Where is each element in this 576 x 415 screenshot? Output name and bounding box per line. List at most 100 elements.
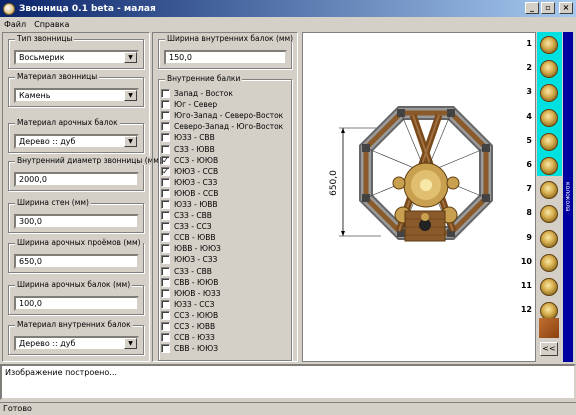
beam-checkbox[interactable] bbox=[161, 133, 170, 143]
beam-checkbox-item[interactable]: ✓ ЮЮЗ - ССВ bbox=[161, 166, 291, 177]
beam-checkbox-item[interactable]: ЮВВ - ЮЮЗ bbox=[161, 243, 291, 254]
menu-file[interactable]: Файл bbox=[4, 20, 26, 29]
arch-beam-width-input[interactable]: 100,0 bbox=[14, 296, 139, 311]
beam-checkbox[interactable] bbox=[161, 255, 170, 265]
log-textarea[interactable]: Изображение построено... bbox=[0, 364, 576, 400]
beam-checkbox-item[interactable]: СЗЗ - СВВ bbox=[161, 266, 291, 277]
beam-checkbox[interactable] bbox=[161, 122, 170, 132]
inner-beam-width-input[interactable]: 150,0 bbox=[164, 50, 287, 65]
menu-bar: Файл Справка bbox=[0, 17, 576, 31]
bell-icon[interactable] bbox=[540, 157, 558, 175]
beam-checkbox[interactable] bbox=[161, 344, 170, 354]
chevron-down-icon[interactable]: ▼ bbox=[124, 136, 137, 147]
beam-checkbox[interactable] bbox=[161, 222, 170, 232]
beam-checkbox-item[interactable]: ЮЗЗ - ССЗ bbox=[161, 299, 291, 310]
inner-diameter-input[interactable]: 2000,0 bbox=[14, 172, 139, 187]
beam-checkbox[interactable] bbox=[161, 310, 170, 320]
arch-opening-width-label: Ширина арочных проёмов (мм) bbox=[15, 238, 143, 247]
settings-panel: Тип звонницы Восьмерик ▼ Материал звонни… bbox=[2, 32, 164, 362]
beam-checkbox[interactable] bbox=[161, 333, 170, 343]
beam-checkbox[interactable] bbox=[161, 199, 170, 209]
beam-checkbox-item[interactable]: ССЗ - ЮВВ bbox=[161, 321, 291, 332]
beam-checkbox-item[interactable]: ЮЮЗ - СЗЗ bbox=[161, 177, 291, 188]
chevron-down-icon[interactable]: ▼ bbox=[124, 338, 137, 349]
bell-icon[interactable] bbox=[540, 132, 558, 151]
beam-checkbox-item[interactable]: ЮЗЗ - ЮВВ bbox=[161, 199, 291, 210]
beam-checkbox[interactable]: ✓ bbox=[161, 155, 170, 165]
dimension-label: 650,0 bbox=[329, 170, 339, 196]
beam-checkbox-item[interactable]: СЗЗ - ССЗ bbox=[161, 221, 291, 232]
belfry-type-select[interactable]: Восьмерик ▼ bbox=[14, 50, 139, 65]
beam-checkbox[interactable] bbox=[161, 322, 170, 332]
beam-checkbox[interactable] bbox=[161, 100, 170, 110]
beam-checkbox-item[interactable]: Юг - Север bbox=[161, 99, 291, 110]
collapse-button[interactable]: << bbox=[540, 342, 558, 356]
beam-checkbox-label: СЗЗ - СВВ bbox=[174, 266, 212, 276]
beam-checkbox-item[interactable]: ССВ - ЮЗЗ bbox=[161, 332, 291, 343]
beam-checkbox[interactable] bbox=[161, 299, 170, 309]
beam-checkbox-item[interactable]: СЗЗ - ЮВВ bbox=[161, 143, 291, 154]
beam-checkbox[interactable] bbox=[161, 111, 170, 121]
beam-checkbox[interactable] bbox=[161, 89, 170, 99]
belfry-material-label: Материал звонницы bbox=[15, 72, 100, 81]
inner-beam-width-group: Ширина внутренних балок (мм) 150,0 bbox=[158, 34, 296, 69]
beam-checkbox-item[interactable]: ЮЮВ - ССВ bbox=[161, 188, 291, 199]
bell-number: 5 bbox=[526, 135, 532, 145]
beams-panel: Ширина внутренних балок (мм) 150,0 Внутр… bbox=[152, 32, 298, 362]
bell-icon[interactable] bbox=[540, 278, 558, 296]
beam-checkbox-item[interactable]: ССВ - ЮВВ bbox=[161, 232, 291, 243]
bells-side-tab[interactable]: колокола bbox=[563, 32, 573, 362]
beam-checkbox[interactable] bbox=[161, 244, 170, 254]
inner-beam-width-label: Ширина внутренних балок (мм) bbox=[165, 34, 296, 43]
chevron-down-icon[interactable]: ▼ bbox=[124, 52, 137, 63]
beam-checkbox-item[interactable]: ЮЗЗ - СВВ bbox=[161, 132, 291, 143]
wall-width-group: Ширина стен (мм) 300,0 bbox=[8, 198, 144, 233]
maximize-button[interactable]: ▫ bbox=[541, 2, 555, 14]
arch-beam-material-label: Материал арочных балок bbox=[15, 118, 120, 127]
beam-checkbox[interactable] bbox=[161, 177, 170, 187]
beam-checkbox[interactable] bbox=[161, 211, 170, 221]
beam-checkbox-item[interactable]: Северо-Запад - Юго-Восток bbox=[161, 121, 291, 132]
beam-checkbox-label: СВВ - ЮЮЗ bbox=[174, 344, 219, 354]
belfry-material-group: Материал звонницы Камень ▼ bbox=[8, 72, 144, 107]
menu-help[interactable]: Справка bbox=[34, 20, 69, 29]
wall-width-input[interactable]: 300,0 bbox=[14, 214, 139, 229]
beam-checkbox-item[interactable]: ЮЮВ - ЮЗЗ bbox=[161, 288, 291, 299]
beam-checkbox-item[interactable]: Запад - Восток bbox=[161, 88, 291, 99]
beam-checkbox[interactable] bbox=[161, 288, 170, 298]
bell-icon[interactable] bbox=[540, 108, 558, 127]
beam-checkbox-item[interactable]: ✓ ССЗ - ЮЮВ bbox=[161, 155, 291, 166]
bell-number: 2 bbox=[526, 63, 532, 73]
bells-side-tab-label: колокола bbox=[564, 182, 571, 212]
minimize-button[interactable]: _ bbox=[525, 2, 539, 14]
wood-texture-swatch[interactable] bbox=[539, 318, 559, 338]
bell-icon[interactable] bbox=[540, 36, 558, 54]
beam-checkbox-item[interactable]: СВВ - ЮЮЗ bbox=[161, 343, 291, 354]
close-button[interactable]: × bbox=[559, 2, 573, 14]
beam-checkbox[interactable] bbox=[161, 233, 170, 243]
beam-checkbox-item[interactable]: Юго-Запад - Северо-Восток bbox=[161, 110, 291, 121]
beam-checkbox-item[interactable]: СЗЗ - СВВ bbox=[161, 210, 291, 221]
beam-checkbox-label: ЮЗЗ - ЮВВ bbox=[174, 199, 218, 209]
beam-checkbox[interactable] bbox=[161, 277, 170, 287]
beam-checkbox[interactable]: ✓ bbox=[161, 166, 170, 176]
bell-icon[interactable] bbox=[540, 253, 558, 272]
beam-checkbox[interactable] bbox=[161, 266, 170, 276]
belfry-material-select[interactable]: Камень ▼ bbox=[14, 88, 139, 103]
arch-opening-width-input[interactable]: 650,0 bbox=[14, 254, 139, 269]
status-bar: Готово bbox=[0, 402, 576, 415]
beam-checkbox-item[interactable]: ЮЮЗ - СЗЗ bbox=[161, 254, 291, 265]
beam-checkbox-label: Юго-Запад - Северо-Восток bbox=[174, 111, 284, 121]
beam-checkbox[interactable] bbox=[161, 188, 170, 198]
inner-beam-material-select[interactable]: Дерево :: дуб ▼ bbox=[14, 336, 139, 351]
bell-icon[interactable] bbox=[540, 229, 558, 248]
beam-checkbox-item[interactable]: ССЗ - ЮЮВ bbox=[161, 310, 291, 321]
belfry-plan-drawing: 650,0 bbox=[329, 106, 493, 242]
beam-checkbox[interactable] bbox=[161, 144, 170, 154]
chevron-down-icon[interactable]: ▼ bbox=[124, 90, 137, 101]
arch-beam-material-select[interactable]: Дерево :: дуб ▼ bbox=[14, 134, 139, 149]
beam-checkbox-item[interactable]: СВВ - ЮЮВ bbox=[161, 277, 291, 288]
arch-beam-width-group: Ширина арочных балок (мм) 100,0 bbox=[8, 280, 144, 315]
belfry-type-group: Тип звонницы Восьмерик ▼ bbox=[8, 34, 144, 69]
bell-number: 1 bbox=[526, 39, 532, 48]
